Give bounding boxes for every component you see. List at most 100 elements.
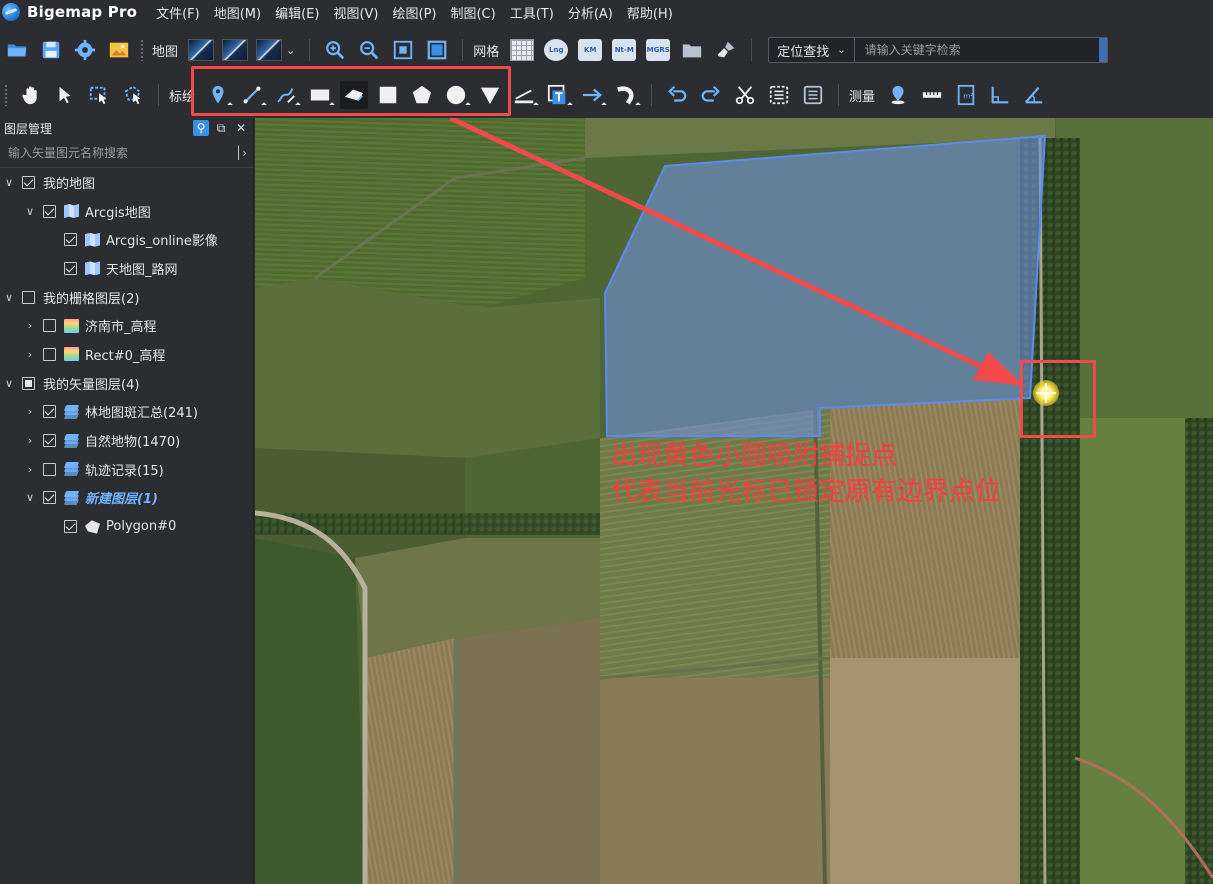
zoom-extent-button[interactable] [389, 36, 417, 64]
layer-checkbox[interactable] [64, 233, 77, 247]
layer-checkbox[interactable] [22, 376, 35, 390]
menu-item[interactable]: 帮助(H) [627, 3, 673, 22]
search-mode-dropdown[interactable]: 定位查找 ⌄ [769, 38, 855, 62]
chevron-down-icon[interactable]: ∨ [4, 176, 14, 189]
measure-angle-button[interactable] [986, 81, 1014, 109]
draw-line-button[interactable] [238, 81, 267, 109]
panel-float-icon[interactable]: ⧉ [213, 120, 229, 136]
chevron-right-icon[interactable]: › [25, 348, 35, 361]
layer-checkbox[interactable] [43, 405, 56, 419]
redo-button[interactable] [697, 81, 725, 109]
layer-tree-row[interactable]: ∨ 我的栅格图层(2) [0, 283, 253, 312]
clear-button[interactable] [712, 36, 740, 64]
select-button[interactable] [51, 81, 79, 109]
layer-checkbox[interactable] [43, 347, 56, 361]
draw-annotation-button[interactable] [510, 81, 539, 109]
layer-tree-row[interactable]: ∨ 我的地图 [0, 168, 253, 197]
layer-checkbox[interactable] [43, 491, 56, 505]
basemap-night-button[interactable] [222, 39, 249, 61]
draw-curved-arrow-button[interactable] [612, 81, 641, 109]
menu-item[interactable]: 制图(C) [450, 3, 495, 22]
merge-button[interactable] [765, 81, 793, 109]
chevron-down-icon[interactable]: ∨ [4, 377, 14, 390]
menu-item[interactable]: 文件(F) [156, 3, 200, 22]
full-screen-button[interactable] [423, 36, 451, 64]
map-view[interactable]: 出现黄色小圆吸附捕捉点 代表当前光标已锁定原有边界点位 [255, 118, 1213, 884]
layer-tree-row[interactable]: › 自然地物(1470) [0, 426, 253, 455]
draw-freehand-button[interactable] [272, 81, 301, 109]
layer-checkbox[interactable] [64, 520, 77, 534]
layer-tree-row[interactable]: Arcgis_online影像 [0, 225, 253, 254]
toolbar-grip[interactable] [4, 84, 8, 106]
draw-circle-button[interactable] [442, 81, 471, 109]
grid-lnglat-button[interactable]: Lng [544, 39, 569, 61]
layer-checkbox[interactable] [64, 261, 77, 275]
folder-button[interactable] [678, 36, 706, 64]
chevron-right-icon[interactable]: › [25, 463, 35, 476]
draw-point-button[interactable] [204, 81, 233, 109]
undo-button[interactable] [663, 81, 691, 109]
measure-distance-button[interactable] [918, 81, 946, 109]
layer-checkbox[interactable] [22, 290, 35, 304]
export-image-button[interactable] [105, 36, 133, 64]
measure-area-button[interactable]: m² [952, 81, 980, 109]
search-submit-button[interactable] [1099, 38, 1108, 62]
grid-toggle-button[interactable] [510, 39, 535, 61]
layer-tree-row[interactable]: ∨ 我的矢量图层(4) [0, 369, 253, 398]
draw-polygon-freehand-button[interactable] [340, 81, 369, 109]
menu-item[interactable]: 编辑(E) [275, 3, 319, 22]
chevron-down-icon[interactable]: ∨ [25, 205, 35, 218]
draw-text-button[interactable] [544, 81, 573, 109]
chevron-right-icon[interactable]: › [25, 319, 35, 332]
layer-tree-row[interactable]: › Rect#0_高程 [0, 340, 253, 369]
layer-tree-row[interactable]: Polygon#0 [0, 512, 253, 541]
toolbar-grip[interactable] [140, 39, 144, 61]
open-folder-button[interactable] [3, 36, 31, 64]
draw-arrow-button[interactable] [578, 81, 607, 109]
pan-button[interactable] [17, 81, 45, 109]
layer-checkbox[interactable] [43, 319, 56, 333]
zoom-out-button[interactable] [355, 36, 383, 64]
collapse-panel-icon[interactable]: │› [235, 146, 253, 160]
measure-bearing-button[interactable] [1020, 81, 1048, 109]
panel-search-icon[interactable]: ⚲ [193, 120, 209, 136]
layer-tree-row[interactable]: › 轨迹记录(15) [0, 455, 253, 484]
drawn-polygon[interactable] [603, 134, 1047, 437]
layer-checkbox[interactable] [43, 462, 56, 476]
draw-square-button[interactable] [374, 81, 402, 109]
layer-tree-row[interactable]: 天地图_路网 [0, 254, 253, 283]
cut-button[interactable] [731, 81, 759, 109]
panel-close-icon[interactable]: ✕ [233, 120, 249, 136]
draw-pentagon-button[interactable] [408, 81, 436, 109]
menu-item[interactable]: 工具(T) [510, 3, 554, 22]
chevron-right-icon[interactable]: › [25, 405, 35, 418]
layer-checkbox[interactable] [43, 434, 56, 448]
layer-checkbox[interactable] [22, 175, 35, 189]
draw-rectangle-button[interactable] [306, 81, 335, 109]
draw-sector-button[interactable] [476, 81, 504, 109]
grid-mgrs-button[interactable]: MGRS [646, 39, 671, 61]
settings-button[interactable] [71, 36, 99, 64]
grid-km-button[interactable]: KM [578, 39, 603, 61]
layer-search-input[interactable] [8, 145, 235, 160]
menu-item[interactable]: 分析(A) [568, 3, 613, 22]
basemap-dropdown-icon[interactable]: ⌄ [286, 44, 295, 57]
box-select-button[interactable] [85, 81, 113, 109]
chevron-right-icon[interactable]: › [25, 434, 35, 447]
layer-tree-row[interactable]: › 林地图斑汇总(241) [0, 398, 253, 427]
menu-item[interactable]: 视图(V) [333, 3, 378, 22]
measure-point-button[interactable] [884, 81, 912, 109]
layer-checkbox[interactable] [43, 204, 56, 218]
split-button[interactable] [799, 81, 827, 109]
polygon-select-button[interactable] [119, 81, 147, 109]
layer-tree-row[interactable]: ∨ Arcgis地图 [0, 197, 253, 226]
layer-tree-row[interactable]: ∨ 新建图层(1) [0, 484, 253, 513]
basemap-satellite-button[interactable] [188, 39, 215, 61]
chevron-down-icon[interactable]: ∨ [4, 291, 14, 304]
save-button[interactable] [37, 36, 65, 64]
grid-ntm-button[interactable]: Nt-M [612, 39, 637, 61]
zoom-in-button[interactable] [321, 36, 349, 64]
chevron-down-icon[interactable]: ∨ [25, 491, 35, 504]
menu-item[interactable]: 绘图(P) [393, 3, 437, 22]
basemap-globe-button[interactable] [256, 39, 283, 61]
